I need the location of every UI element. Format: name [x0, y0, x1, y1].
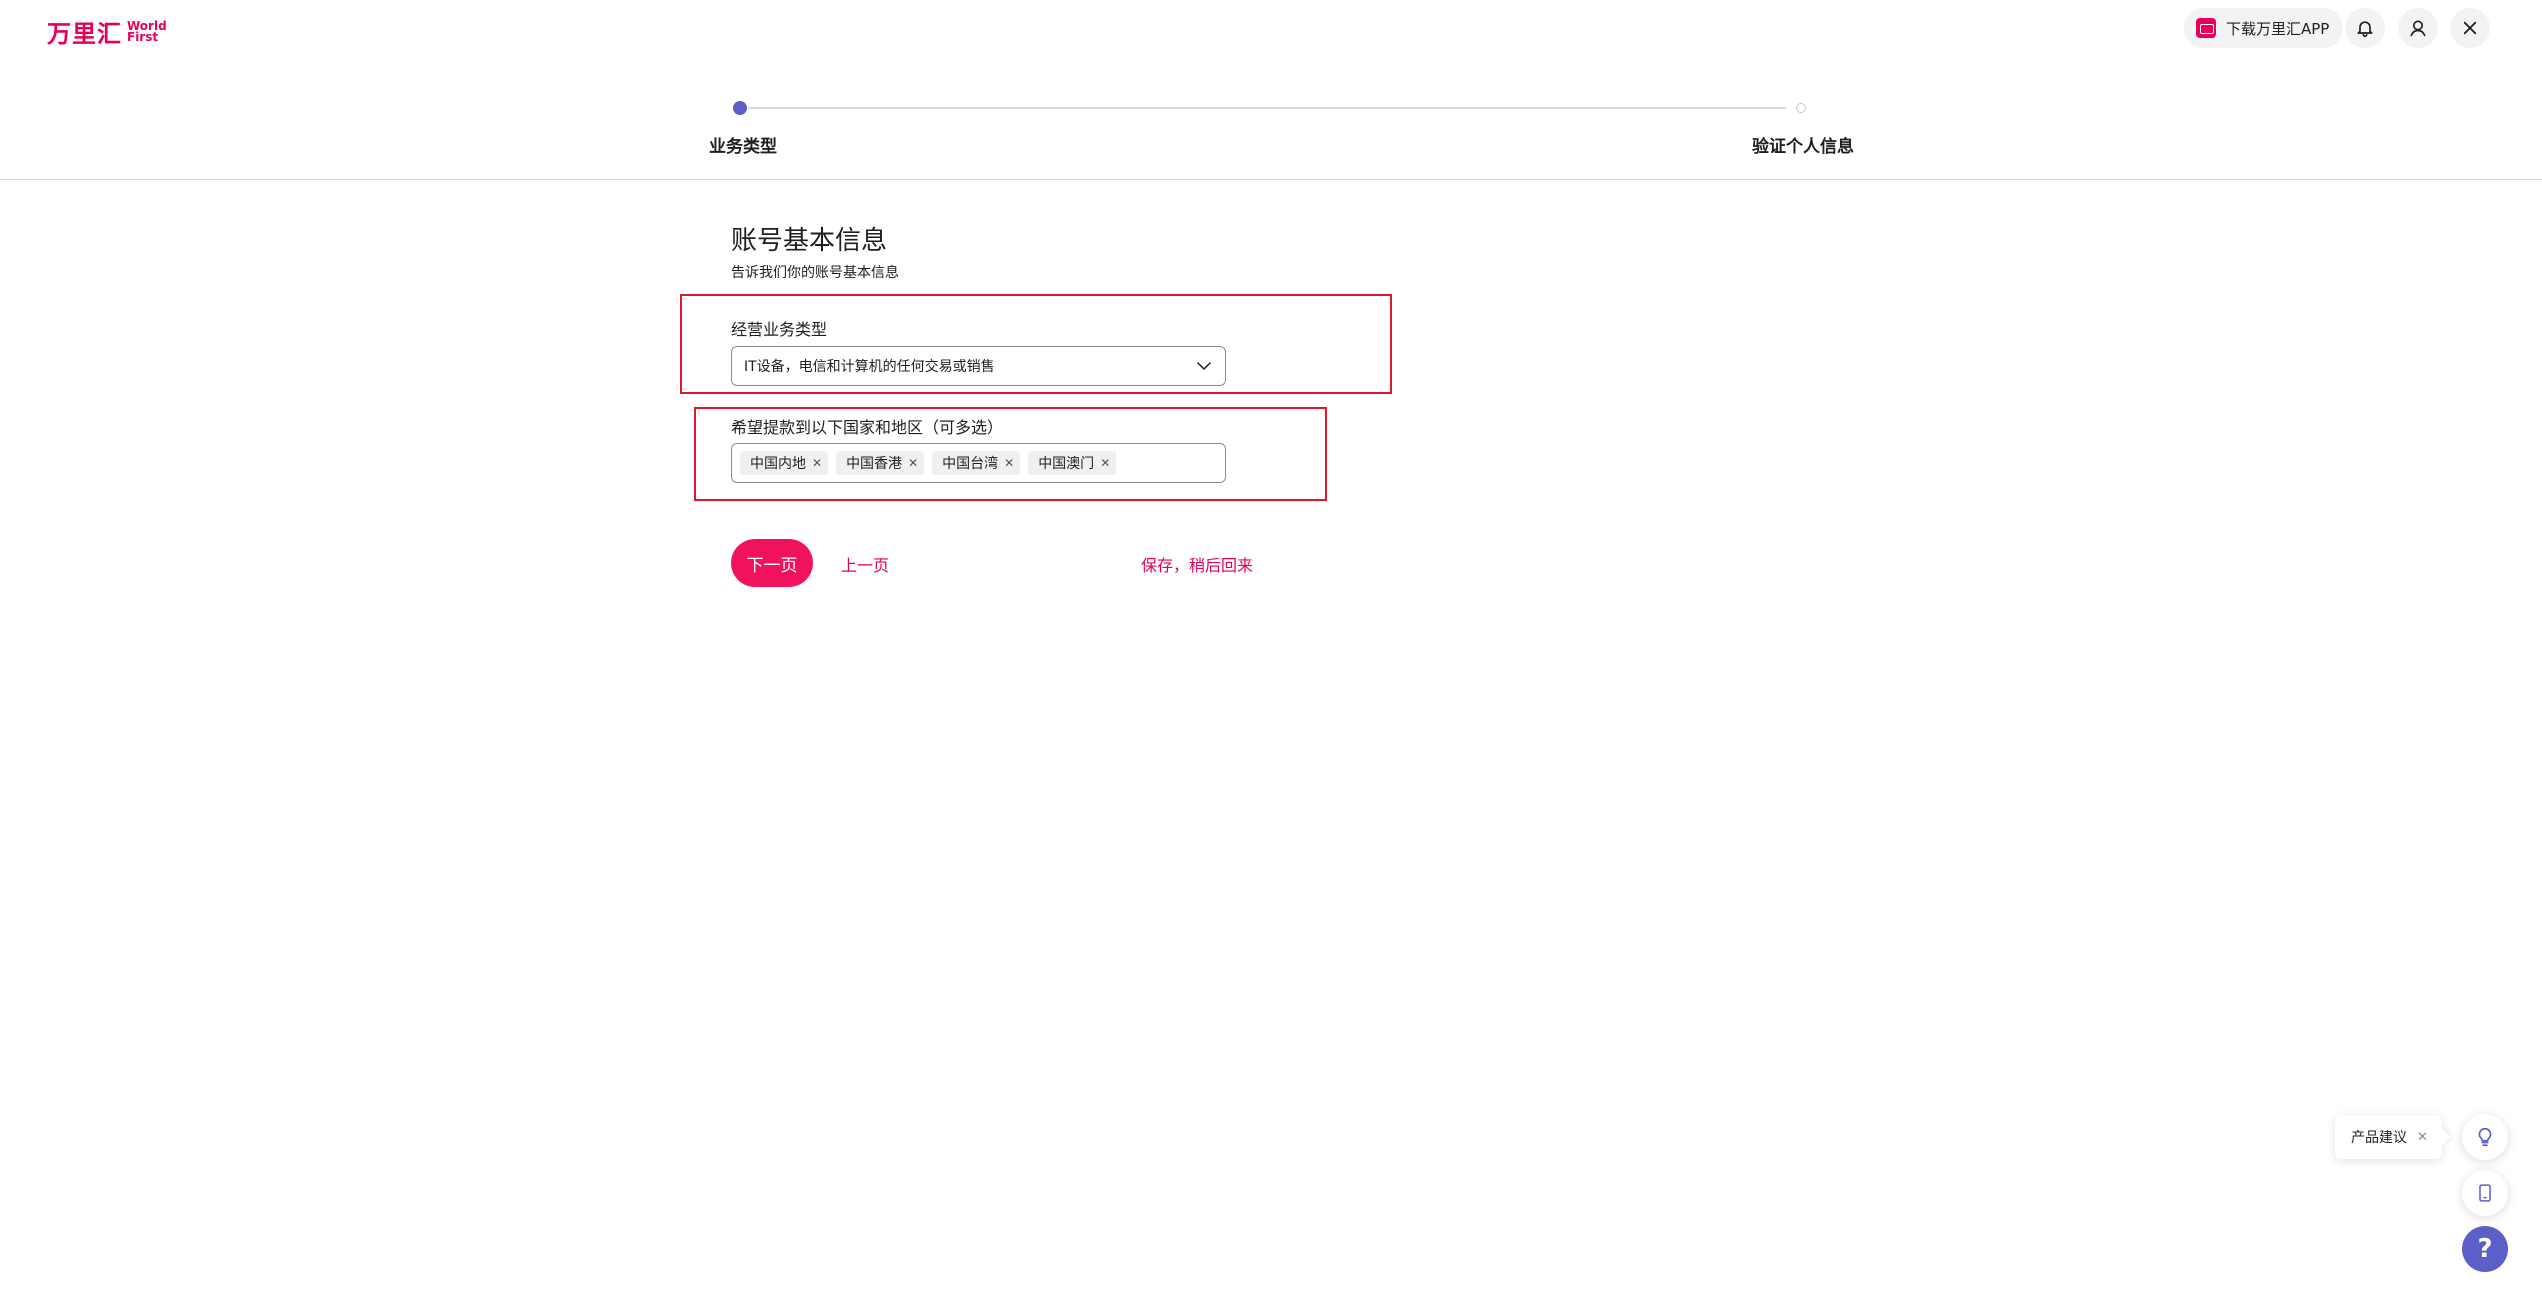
withdraw-regions-label: 希望提款到以下国家和地区（可多选） [731, 418, 1004, 437]
help-button[interactable]: ? [2462, 1226, 2508, 1272]
question-mark-icon: ? [2477, 1234, 2493, 1264]
business-type-value: IT设备，电信和计算机的任何交易或销售 [744, 359, 995, 375]
region-tag-label: 中国内地 [750, 456, 806, 472]
phone-icon [2479, 1184, 2491, 1202]
region-tag: 中国澳门 ✕ [1028, 451, 1117, 475]
close-button[interactable] [2450, 8, 2490, 48]
remove-tag-icon[interactable]: ✕ [812, 457, 822, 469]
chevron-down-icon [1197, 362, 1211, 370]
next-page-button[interactable]: 下一页 [731, 539, 813, 587]
step-indicator-inactive [1796, 103, 1806, 113]
business-type-select[interactable]: IT设备，电信和计算机的任何交易或销售 [731, 346, 1226, 386]
progress-stepper: 业务类型 验证个人信息 [0, 90, 2542, 180]
top-header: 万里汇 World First 下载万里汇APP [0, 0, 2542, 56]
region-tag-label: 中国澳门 [1038, 456, 1095, 472]
app-icon [2196, 18, 2216, 38]
download-app-button[interactable]: 下载万里汇APP [2184, 8, 2344, 48]
business-type-label: 经营业务类型 [731, 320, 828, 339]
logo-chinese-text: 万里汇 [47, 20, 122, 48]
lightbulb-icon [2478, 1127, 2492, 1147]
page-subtitle: 告诉我们你的账号基本信息 [731, 265, 899, 281]
step-label-business-type: 业务类型 [709, 137, 777, 157]
step-label-verify-identity: 验证个人信息 [1752, 137, 1854, 157]
user-icon [2410, 20, 2426, 37]
save-and-return-link[interactable]: 保存，稍后回来 [1141, 552, 1253, 576]
suggestion-button[interactable] [2462, 1114, 2508, 1160]
step-indicator-active [733, 101, 747, 115]
product-suggestion-tooltip[interactable]: 产品建议 ✕ [2335, 1115, 2442, 1159]
close-icon [2463, 21, 2477, 35]
mobile-app-button[interactable] [2462, 1170, 2508, 1216]
notification-button[interactable] [2345, 8, 2385, 48]
stepper-track [748, 107, 1786, 109]
logo-english-line2: First [127, 29, 159, 44]
close-icon[interactable]: ✕ [2417, 1130, 2428, 1145]
region-tag: 中国香港 ✕ [836, 451, 925, 475]
account-button[interactable] [2398, 8, 2438, 48]
product-suggestion-label: 产品建议 [2351, 1130, 2407, 1146]
remove-tag-icon[interactable]: ✕ [1004, 457, 1014, 469]
region-tag-label: 中国台湾 [942, 456, 999, 472]
region-tag: 中国台湾 ✕ [932, 451, 1021, 475]
worldfirst-logo[interactable]: 万里汇 World First [47, 14, 167, 49]
region-tag: 中国内地 ✕ [740, 451, 829, 475]
region-tag-label: 中国香港 [846, 456, 903, 472]
page-title: 账号基本信息 [731, 226, 888, 256]
bell-icon [2357, 21, 2373, 38]
logo-english-text: World First [127, 20, 167, 44]
remove-tag-icon[interactable]: ✕ [908, 457, 918, 469]
withdraw-regions-multiselect[interactable]: 中国内地 ✕ 中国香港 ✕ 中国台湾 ✕ 中国澳门 ✕ [731, 443, 1226, 483]
remove-tag-icon[interactable]: ✕ [1100, 457, 1110, 469]
previous-page-link[interactable]: 上一页 [841, 552, 889, 576]
download-app-label: 下载万里汇APP [2226, 19, 2330, 38]
